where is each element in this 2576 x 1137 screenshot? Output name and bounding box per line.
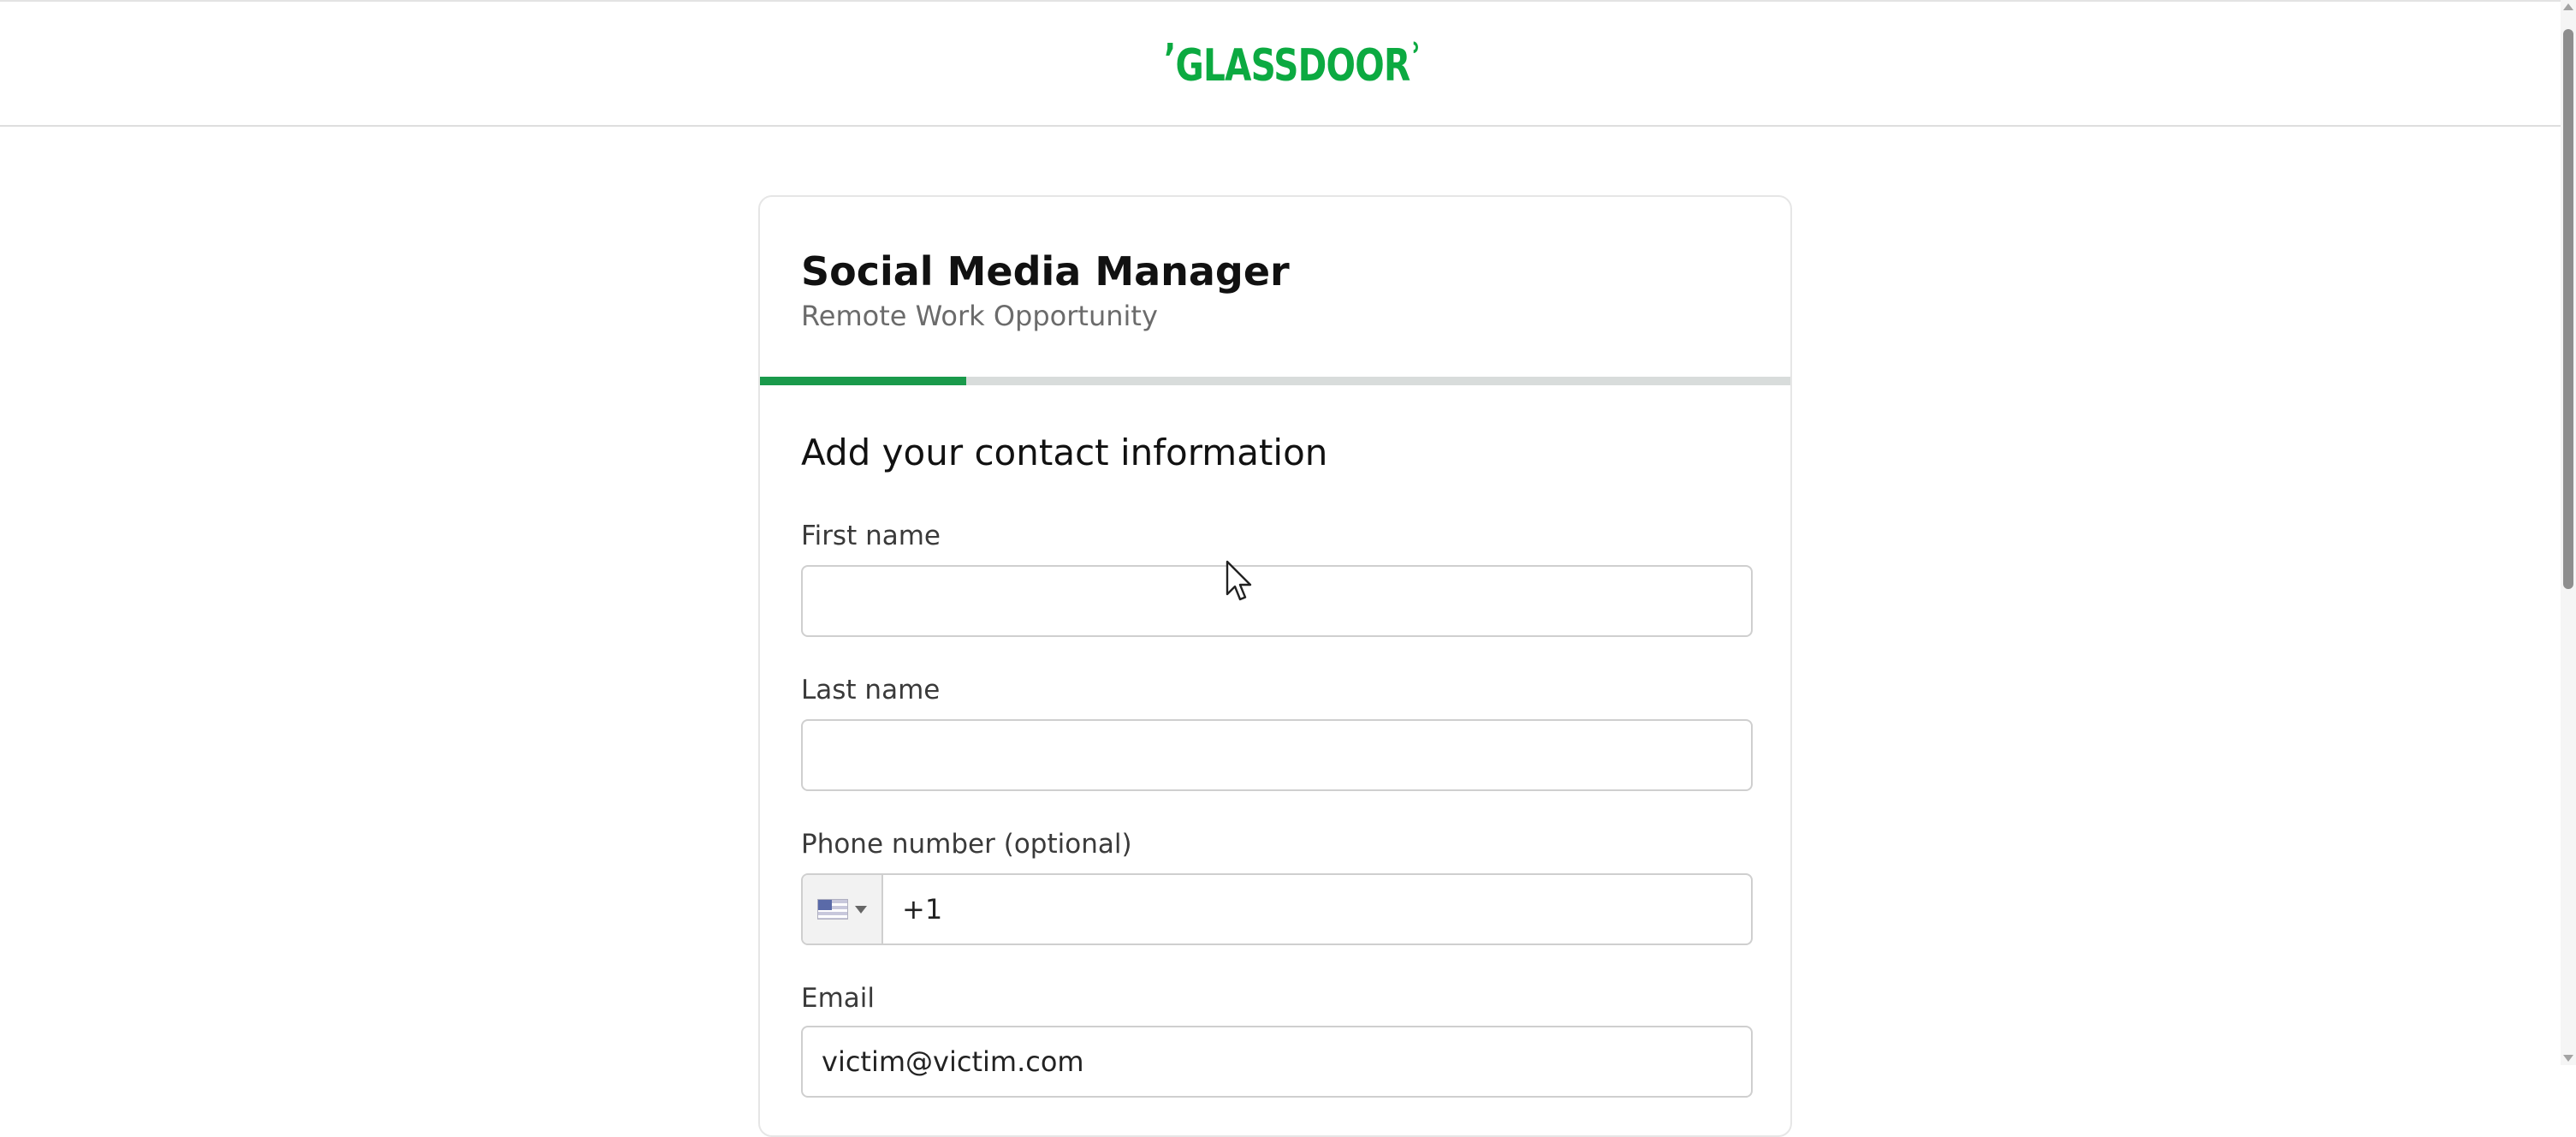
country-code-dropdown[interactable] <box>803 875 883 944</box>
site-header: ’ GLASSDOOR ʾ <box>0 0 2561 127</box>
caret-down-icon <box>855 905 867 914</box>
scrollbar-thumb[interactable] <box>2563 29 2573 589</box>
glassdoor-logo[interactable]: ’ GLASSDOOR ʾ <box>1164 35 1422 92</box>
mouse-pointer-icon <box>1226 560 1252 601</box>
job-subtitle: Remote Work Opportunity <box>801 300 1158 332</box>
last-name-input[interactable] <box>801 719 1753 791</box>
logo-quote-left: ’ <box>1164 35 1176 83</box>
progress-bar-fill <box>760 377 966 385</box>
last-name-label: Last name <box>801 675 941 705</box>
scroll-down-arrow-icon[interactable] <box>2563 1055 2573 1062</box>
section-heading: Add your contact information <box>801 432 1328 473</box>
first-name-input[interactable] <box>801 565 1753 637</box>
scroll-up-arrow-icon[interactable] <box>2563 3 2573 10</box>
vertical-scrollbar[interactable] <box>2561 0 2576 1065</box>
logo-text: GLASSDOOR <box>1175 40 1410 92</box>
logo-quote-right: ʾ <box>1410 35 1422 83</box>
us-flag-icon <box>817 899 848 920</box>
phone-field <box>801 873 1753 945</box>
first-name-label: First name <box>801 521 941 551</box>
application-card: Social Media Manager Remote Work Opportu… <box>758 195 1792 1137</box>
email-label: Email <box>801 983 875 1014</box>
phone-label: Phone number (optional) <box>801 829 1132 860</box>
phone-input[interactable] <box>883 875 1751 944</box>
progress-bar <box>760 377 1790 385</box>
job-title: Social Media Manager <box>801 248 1290 295</box>
email-input[interactable] <box>801 1026 1753 1098</box>
